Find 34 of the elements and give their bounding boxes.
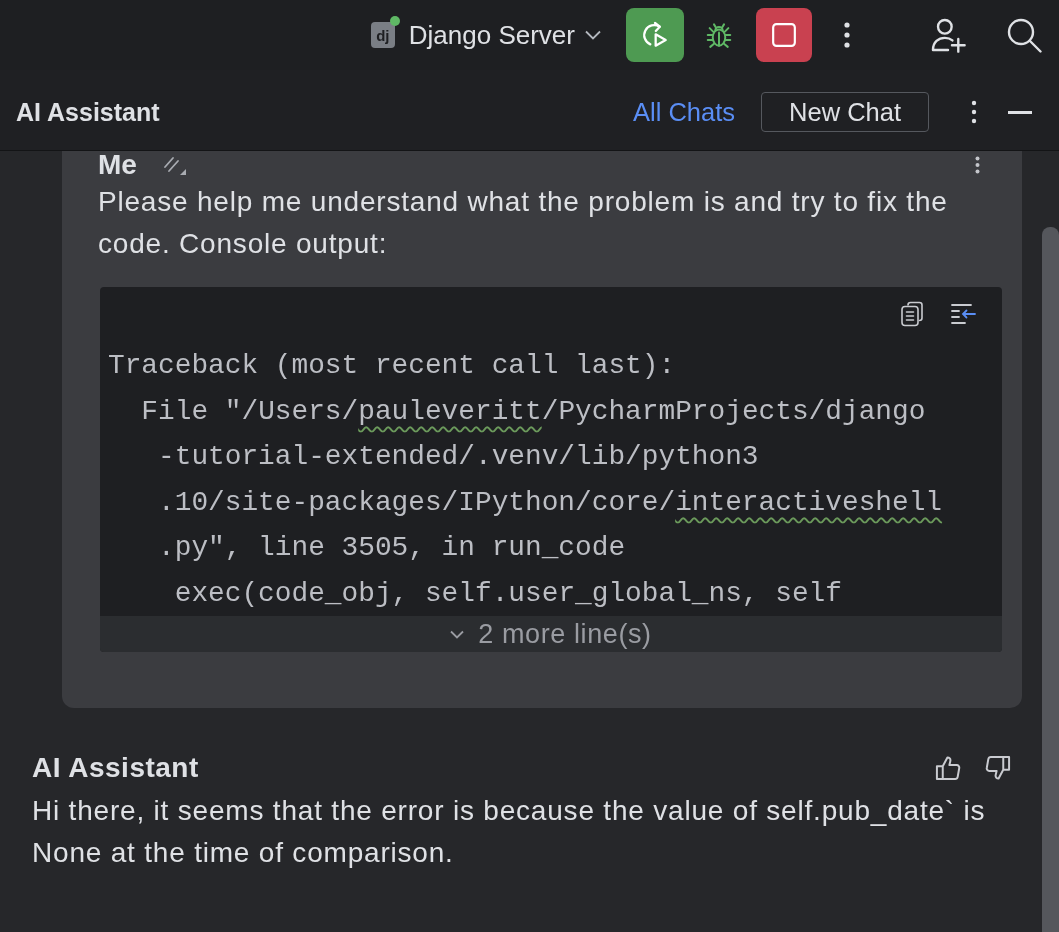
all-chats-link[interactable]: All Chats — [633, 97, 736, 127]
code-line: .py", line 3505, in run_code — [157, 531, 627, 565]
chevron-down-icon — [585, 30, 601, 40]
message-author: AI Assistant — [32, 752, 199, 784]
scrollbar-thumb[interactable] — [1042, 227, 1059, 932]
thumbs-up-icon[interactable] — [934, 754, 962, 782]
panel-title: AI Assistant — [16, 97, 160, 127]
message-author: Me — [98, 151, 137, 179]
diagonal-lines-icon[interactable] — [162, 154, 187, 176]
bug-icon[interactable] — [704, 20, 734, 50]
code-line: Traceback (most recent call last): — [108, 349, 677, 383]
message-text: Hi there, it seems that the error is because the value of self.pub_date` is None at the time of comparison. — [32, 794, 987, 870]
more-icon[interactable] — [843, 21, 851, 49]
code-line: File "/Users/pauleveritt/PycharmProjects/django — [140, 394, 927, 429]
rerun-button[interactable] — [626, 8, 684, 62]
run-configuration-dropdown[interactable]: dj Django Server — [370, 15, 601, 55]
more-icon[interactable] — [975, 156, 980, 174]
minimize-icon[interactable] — [1008, 110, 1032, 114]
message-text: Please help me understand what the problem is and try to fix the code. Console output: — [98, 185, 949, 261]
search-icon[interactable] — [1006, 17, 1042, 53]
code-line: -tutorial-extended/.venv/lib/python3 — [157, 440, 760, 474]
code-line: exec(code_obj, self.user_global_ns, self — [173, 576, 843, 611]
add-user-icon[interactable] — [929, 16, 967, 54]
django-logo: dj — [370, 22, 395, 48]
chevron-down-icon — [450, 629, 465, 639]
more-lines-toggle[interactable]: 2 more line(s) — [100, 616, 1002, 652]
thumbs-down-icon[interactable] — [984, 754, 1012, 782]
copy-icon[interactable] — [900, 301, 924, 327]
more-icon[interactable] — [971, 100, 977, 124]
square-icon — [771, 22, 797, 48]
code-line: .10/site-packages/IPython/core/interactiveshell — [157, 485, 944, 520]
stop-button[interactable] — [756, 8, 812, 62]
new-chat-button[interactable]: New Chat — [761, 92, 929, 132]
lines-with-arrow-icon[interactable] — [950, 302, 976, 326]
